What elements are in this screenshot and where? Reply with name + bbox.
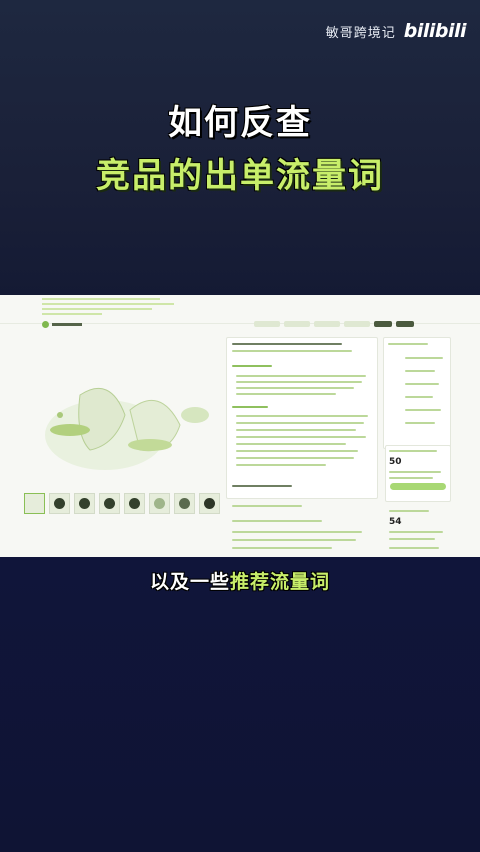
top-nav	[254, 321, 414, 327]
add-to-cart-button[interactable]	[390, 483, 446, 490]
subtitle-caption: 以及一些推荐流量词	[0, 567, 480, 594]
thumbnail[interactable]	[124, 493, 145, 514]
channel-brand: 敏哥跨境记 bilibili	[325, 20, 467, 42]
bilibili-logo: bilibili	[403, 20, 467, 42]
nav-item[interactable]	[284, 321, 310, 327]
nav-item[interactable]	[396, 321, 414, 327]
thumbnail[interactable]	[174, 493, 195, 514]
price-value: 50	[389, 457, 402, 467]
channel-name: 敏哥跨境记	[325, 25, 396, 41]
thumbnail[interactable]	[99, 493, 120, 514]
nav-item[interactable]	[374, 321, 392, 327]
variant-panel	[383, 337, 451, 449]
thumbnail[interactable]	[149, 493, 170, 514]
product-page-screenshot: 50 54	[0, 295, 480, 557]
caption-part2: 推荐流量词	[230, 571, 331, 593]
product-image[interactable]	[30, 355, 220, 485]
nav-item[interactable]	[314, 321, 340, 327]
site-logo[interactable]	[42, 321, 82, 328]
video-title-line2: 竞品的出单流量词	[96, 156, 384, 196]
caption-part1: 以及一些	[149, 571, 230, 593]
price-value-alt: 54	[389, 517, 402, 527]
nav-item[interactable]	[254, 321, 280, 327]
thumbnail[interactable]	[49, 493, 70, 514]
thumbnail[interactable]	[74, 493, 95, 514]
thumbnail-strip	[24, 493, 220, 514]
thumbnail[interactable]	[199, 493, 220, 514]
product-details-panel	[226, 337, 378, 499]
buy-box	[385, 445, 451, 502]
thumbnail[interactable]	[24, 493, 45, 514]
video-title-line1: 如何反查	[168, 103, 312, 143]
nav-item[interactable]	[344, 321, 370, 327]
